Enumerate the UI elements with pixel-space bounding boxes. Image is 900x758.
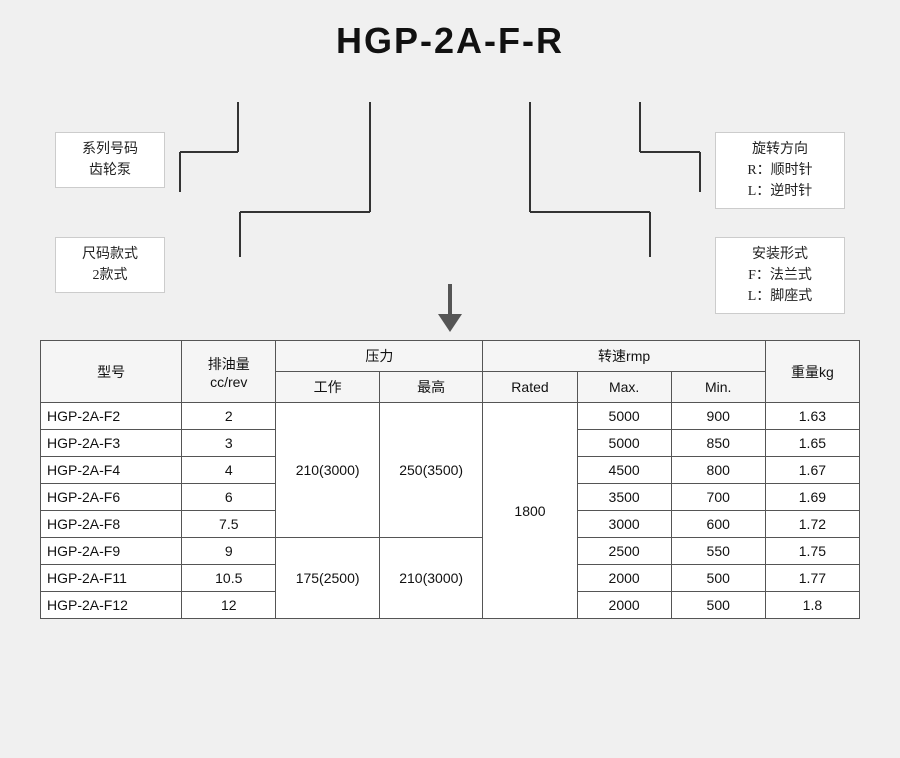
diagram-section: 系列号码 齿轮泵 尺码款式 2款式 旋转方向 R：顺时针 L：逆时针 安装形式 …: [40, 72, 860, 332]
cell-max-pressure-2: 210(3000): [379, 538, 483, 619]
label-rotation: 旋转方向 R：顺时针 L：逆时针: [715, 132, 845, 209]
cell-work-pressure: 210(3000): [276, 403, 380, 538]
arrow-head: [438, 314, 462, 332]
arrow-line: [448, 284, 452, 314]
cell-max-rpm: 3000: [577, 511, 671, 538]
table-row: HGP-2A-F99175(2500)210(3000)25005501.75: [41, 538, 860, 565]
cell-max-pressure: 250(3500): [379, 403, 483, 538]
cell-weight: 1.75: [765, 538, 859, 565]
cell-min-rpm: 550: [671, 538, 765, 565]
th-speed-min: Min.: [671, 372, 765, 403]
cell-min-rpm: 700: [671, 484, 765, 511]
cell-max-rpm: 2500: [577, 538, 671, 565]
cell-disp: 2: [182, 403, 276, 430]
label-mount: 安装形式 F：法兰式 L：脚座式: [715, 237, 845, 314]
th-weight: 重量kg: [765, 341, 859, 403]
cell-min-rpm: 600: [671, 511, 765, 538]
cell-disp: 12: [182, 592, 276, 619]
th-speed-max: Max.: [577, 372, 671, 403]
cell-min-rpm: 800: [671, 457, 765, 484]
table-header-row-1: 型号 排油量 cc/rev 压力 转速rmp 重量kg: [41, 341, 860, 372]
cell-weight: 1.69: [765, 484, 859, 511]
cell-rated-speed: 1800: [483, 403, 577, 619]
title-section: HGP-2A-F-R: [30, 20, 870, 62]
th-speed-rated: Rated: [483, 372, 577, 403]
th-pressure-group: 压力: [276, 341, 483, 372]
page-content: HGP-2A-F-R: [0, 0, 900, 758]
cell-max-rpm: 2000: [577, 565, 671, 592]
cell-max-rpm: 3500: [577, 484, 671, 511]
cell-model: HGP-2A-F9: [41, 538, 182, 565]
cell-max-rpm: 2000: [577, 592, 671, 619]
cell-disp: 9: [182, 538, 276, 565]
cell-max-rpm: 5000: [577, 403, 671, 430]
cell-weight: 1.77: [765, 565, 859, 592]
cell-min-rpm: 500: [671, 592, 765, 619]
cell-max-rpm: 5000: [577, 430, 671, 457]
th-speed-group: 转速rmp: [483, 341, 765, 372]
cell-min-rpm: 900: [671, 403, 765, 430]
main-title: HGP-2A-F-R: [336, 20, 564, 61]
cell-model: HGP-2A-F12: [41, 592, 182, 619]
cell-model: HGP-2A-F11: [41, 565, 182, 592]
cell-model: HGP-2A-F4: [41, 457, 182, 484]
table-row: HGP-2A-F22210(3000)250(3500)180050009001…: [41, 403, 860, 430]
cell-disp: 3: [182, 430, 276, 457]
th-pressure-max: 最高: [379, 372, 483, 403]
table-section: 型号 排油量 cc/rev 压力 转速rmp 重量kg 工作 最高 Rated …: [40, 340, 860, 619]
cell-min-rpm: 850: [671, 430, 765, 457]
cell-model: HGP-2A-F8: [41, 511, 182, 538]
cell-work-pressure-2: 175(2500): [276, 538, 380, 619]
cell-weight: 1.67: [765, 457, 859, 484]
arrow-down: [438, 284, 462, 332]
label-series: 系列号码 齿轮泵: [55, 132, 165, 188]
cell-min-rpm: 500: [671, 565, 765, 592]
cell-disp: 10.5: [182, 565, 276, 592]
cell-model: HGP-2A-F2: [41, 403, 182, 430]
table-body: HGP-2A-F22210(3000)250(3500)180050009001…: [41, 403, 860, 619]
th-displacement: 排油量 cc/rev: [182, 341, 276, 403]
specs-table: 型号 排油量 cc/rev 压力 转速rmp 重量kg 工作 最高 Rated …: [40, 340, 860, 619]
cell-model: HGP-2A-F6: [41, 484, 182, 511]
cell-disp: 7.5: [182, 511, 276, 538]
cell-weight: 1.72: [765, 511, 859, 538]
cell-model: HGP-2A-F3: [41, 430, 182, 457]
cell-weight: 1.65: [765, 430, 859, 457]
th-pressure-work: 工作: [276, 372, 380, 403]
cell-disp: 4: [182, 457, 276, 484]
cell-weight: 1.8: [765, 592, 859, 619]
cell-disp: 6: [182, 484, 276, 511]
cell-weight: 1.63: [765, 403, 859, 430]
cell-max-rpm: 4500: [577, 457, 671, 484]
th-model: 型号: [41, 341, 182, 403]
label-size: 尺码款式 2款式: [55, 237, 165, 293]
